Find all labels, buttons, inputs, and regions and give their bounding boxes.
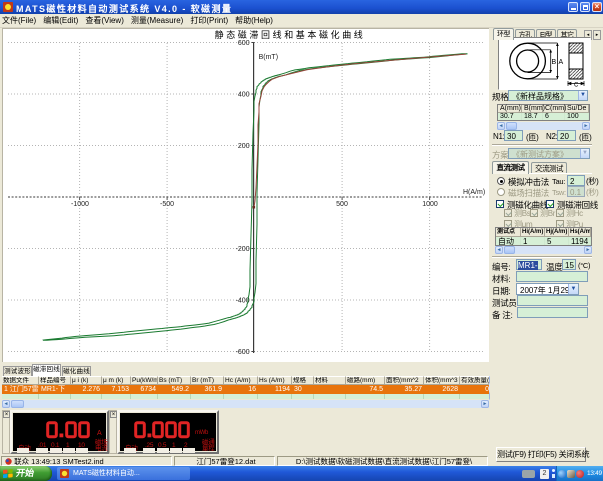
svg-text:B: B bbox=[552, 59, 557, 66]
svg-text:-200: -200 bbox=[236, 246, 250, 253]
svg-text:1000: 1000 bbox=[422, 201, 438, 208]
svg-text:B(mT): B(mT) bbox=[259, 54, 278, 61]
svg-text:H(A/m): H(A/m) bbox=[463, 189, 485, 196]
svg-text:-1000: -1000 bbox=[71, 201, 89, 208]
svg-text:500: 500 bbox=[336, 201, 348, 208]
svg-text:200: 200 bbox=[238, 143, 250, 150]
svg-text:静态磁滞回线和基本磁化曲线: 静态磁滞回线和基本磁化曲线 bbox=[215, 29, 366, 40]
svg-text:400: 400 bbox=[238, 92, 250, 99]
svg-text:A: A bbox=[559, 59, 564, 66]
svg-text:-500: -500 bbox=[160, 201, 174, 208]
svg-text:-600: -600 bbox=[236, 349, 250, 356]
svg-text:C: C bbox=[574, 83, 579, 89]
svg-text:600: 600 bbox=[238, 40, 250, 47]
